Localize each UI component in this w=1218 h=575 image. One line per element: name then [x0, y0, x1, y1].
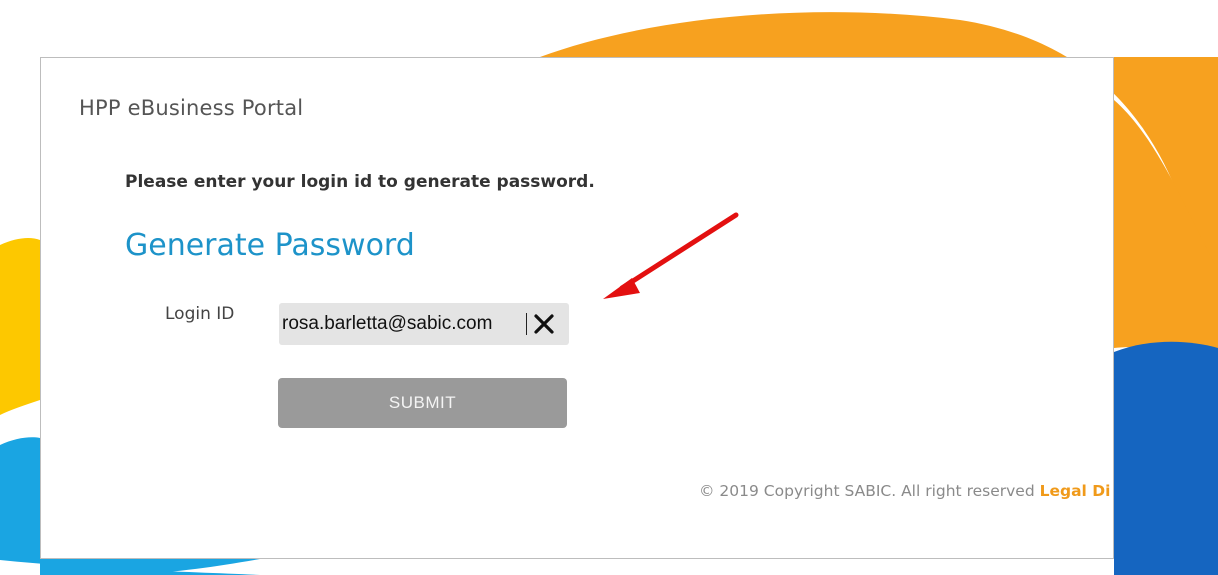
generate-password-heading: Generate Password: [125, 228, 415, 263]
text-caret: [526, 313, 527, 335]
login-id-label: Login ID: [165, 304, 235, 324]
light-blue-wave-bottom-shape: [40, 559, 260, 575]
login-id-input[interactable]: [282, 303, 526, 345]
yellow-wave-shape: [0, 237, 40, 415]
blue-wave-shape: [1114, 341, 1218, 575]
portal-title: HPP eBusiness Portal: [79, 96, 304, 120]
login-id-field[interactable]: [279, 303, 569, 345]
footer-copyright: © 2019 Copyright SABIC. All right reserv…: [699, 482, 1113, 500]
legal-disclaimer-link[interactable]: Legal Di: [1040, 482, 1111, 500]
submit-button[interactable]: SUBMIT: [278, 378, 567, 428]
instruction-text: Please enter your login id to generate p…: [125, 172, 595, 192]
copyright-text: © 2019 Copyright SABIC. All right reserv…: [699, 482, 1035, 500]
clear-input-button[interactable]: [530, 310, 558, 338]
close-icon: [534, 314, 554, 334]
generate-password-card: HPP eBusiness Portal Please enter your l…: [40, 57, 1114, 559]
